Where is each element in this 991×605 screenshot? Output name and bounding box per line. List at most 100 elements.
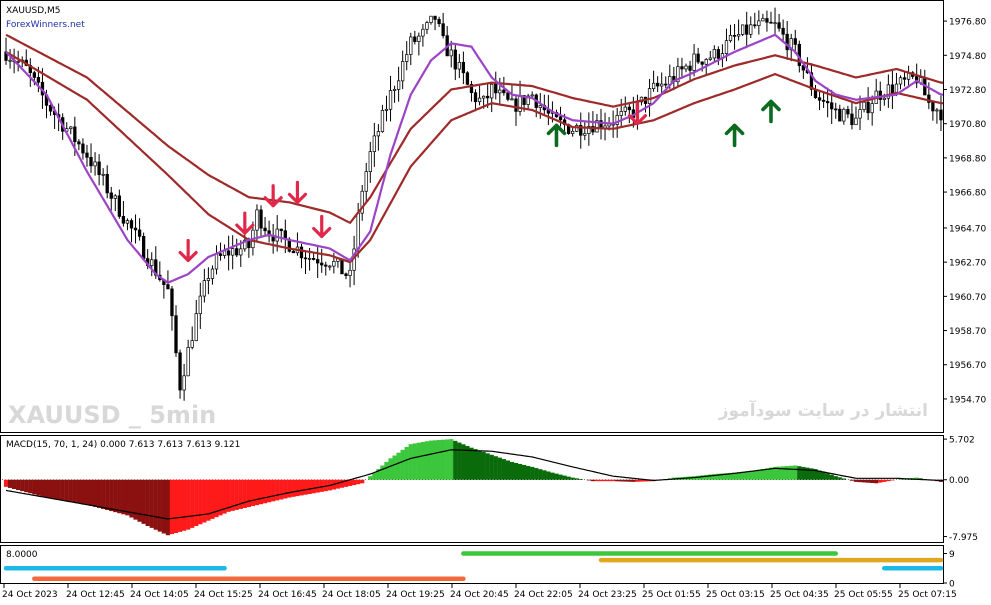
y-tick-label: 1964.70 [949,224,986,234]
candle-body [405,54,409,62]
x-tick-label: 24 Oct 12:45 [66,590,125,600]
candle-body [506,92,510,100]
trend-bars-title: 8.0000 [6,550,38,560]
y-tick-label: 1958.70 [949,327,986,337]
x-axis-labels: 24 Oct 2023 24 Oct 12:45 24 Oct 14:05 24 Oc… [2,584,957,600]
candle-body [761,18,765,22]
candle-body [311,258,316,260]
candle-body [502,89,506,94]
candle-body [704,59,708,65]
x-tick-label: 24 Oct 16:45 [258,590,317,600]
candle-body [413,36,417,42]
symbol-title: XAUUSD,M5 [6,6,61,16]
y-tick-label: 1976.80 [949,18,986,28]
x-tick-label: 24 Oct 15:25 [194,590,253,600]
y-tick-label: 1972.80 [949,86,986,96]
candle-body [235,248,239,256]
candle-body [486,95,490,99]
y-tick-label: 1968.80 [949,154,986,164]
y-tick-label: 1960.70 [949,293,986,303]
y-tick-label: 5.702 [949,436,975,446]
candle-body [198,295,202,315]
candle-body [777,22,781,29]
candle-body [842,108,846,122]
candle-body [332,261,336,267]
candle-body [558,116,563,121]
candle-body [571,130,575,134]
candle-body [514,98,518,112]
candle-body [275,228,279,242]
candle-body [627,106,631,111]
candle-body [214,253,219,270]
candle-body [77,141,81,145]
candle-body [259,209,263,229]
candle-body [368,151,372,172]
candle-body [231,248,235,256]
candle-body [749,24,753,35]
y-tick-label: 1970.80 [949,120,986,130]
candle-body [36,77,41,83]
candle-body [380,110,385,132]
x-tick-label: 24 Oct 18:05 [322,590,381,600]
candle-body [481,95,486,99]
candle-body [401,61,405,82]
candle-body [105,173,109,194]
candle-body [684,65,688,70]
candle-body [647,88,652,104]
candle-body [498,89,502,94]
candle-body [409,36,413,55]
candle-body [109,192,113,199]
candle-body [8,59,12,62]
candle-body [741,24,745,35]
candle-body [728,34,733,42]
candle-body [101,173,105,176]
candle-body [890,84,895,94]
macd-title: MACD(15, 70, 1, 24) 0.000 7.613 7.613 7.… [6,440,240,450]
candle-body [724,40,729,54]
candle-body [226,250,231,256]
candle-body [206,278,211,281]
candle-body [619,111,623,116]
candle-body [356,212,360,250]
y-tick-label: -7.975 [949,533,978,543]
candle-body [834,108,838,111]
candle-body [583,133,587,136]
candle-body [433,15,437,20]
candle-body [765,18,769,23]
candle-body [174,315,178,354]
candle-body [421,28,425,37]
site-label: ForexWinners.net [6,20,85,30]
candle-body [437,19,441,25]
candle-body [186,347,190,377]
candle-body [449,49,453,57]
candle-body [821,99,826,102]
candle-body [793,38,797,45]
y-tick-label: 1956.70 [949,361,986,371]
candle-body [210,268,215,279]
candle-body [137,229,142,237]
candle-body [538,105,542,108]
candle-body [89,156,93,167]
candle-body [291,250,296,254]
candle-body [255,209,259,231]
candle-body [716,49,721,59]
x-tick-label: 25 Oct 04:35 [770,590,829,600]
candle-body [656,82,660,87]
candle-body [441,23,445,37]
candle-body [696,53,700,63]
candle-body [263,227,267,232]
candle-body [279,228,283,232]
y-tick-label: 1954.70 [949,395,986,405]
candle-body [465,72,470,85]
y-tick-label: 0 [949,580,955,590]
candle-body [81,143,85,154]
candle-body [757,20,761,26]
candle-body [239,248,243,256]
y-axis-labels: 1976.80 1974.80 1972.80 1970.80 1968.80 1966.… [943,18,986,590]
candle-body [307,258,312,260]
candle-body [781,27,785,35]
candle-body [838,108,842,122]
candle-body [935,109,939,112]
x-tick-label: 24 Oct 22:05 [514,590,573,600]
candle-body [850,113,854,126]
